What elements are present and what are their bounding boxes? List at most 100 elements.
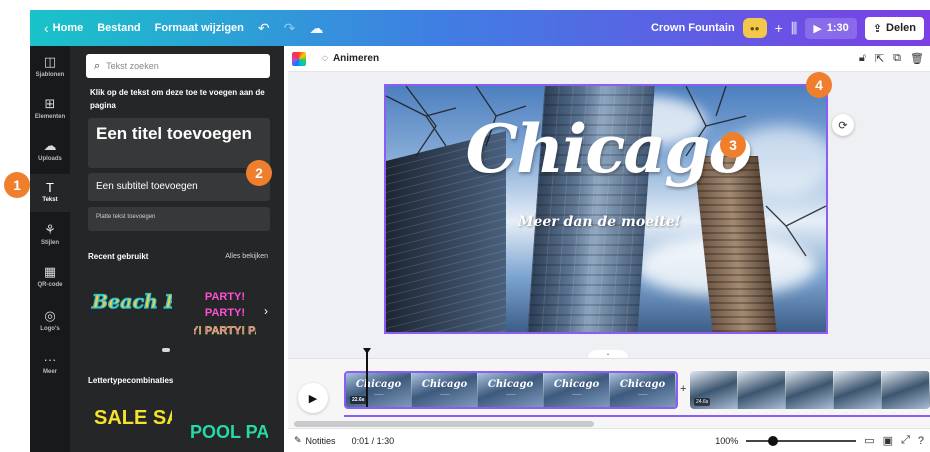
- rail-item-elements[interactable]: ⊞ Elementen: [30, 96, 70, 120]
- top-bar-right: Crown Fountain ●● + ⫼ ▶ 1:30 ⇪ Delen: [651, 16, 930, 40]
- text-icon: T: [46, 180, 54, 195]
- add-title-button[interactable]: Een titel toevoegen: [88, 118, 270, 168]
- clip-frame: Chicago ⸻ 22.6s: [346, 373, 412, 407]
- undo-icon: ↶: [257, 19, 270, 36]
- recent-item-label: Beach Please: [91, 291, 172, 313]
- see-all-link[interactable]: Alles bekijken: [225, 253, 268, 260]
- rail-item-templates[interactable]: ◫ Sjablonen: [30, 54, 70, 78]
- timeline-clip-1[interactable]: Chicago ⸻ 22.6s Chicago ⸻ Chicago ⸻ Chicago…: [344, 371, 678, 409]
- bottom-bar: ✎ Notities 0:01 / 1:30 100% ▭ ▣ ⤢ ?: [288, 428, 930, 452]
- combo-item-sale[interactable]: SALE SALE SALE: [92, 402, 172, 452]
- clip-frame-sub: ⸻: [637, 392, 648, 397]
- search-icon: ⌕: [94, 59, 101, 72]
- logo-icon: ◎: [44, 308, 56, 323]
- cloud-sync-button[interactable]: ☁: [309, 20, 323, 37]
- combo-item-label: POOL PARTY: [190, 422, 268, 442]
- resize-label: Formaat wijzigen: [154, 22, 244, 34]
- zoom-slider[interactable]: [746, 435, 857, 446]
- grid-view-icon[interactable]: ▭: [864, 434, 874, 447]
- notes-button[interactable]: ✎ Notities: [294, 435, 336, 446]
- party-line-2: PARTY!: [205, 307, 245, 319]
- rail-item-text[interactable]: T Tekst: [30, 174, 70, 212]
- zoom-slider-knob[interactable]: [768, 435, 779, 446]
- combo-item-pool-party[interactable]: POOL PARTY: [188, 416, 268, 452]
- clip-frame-sub: ⸻: [505, 392, 516, 397]
- editor-toolbar: ◌ Animeren 🔓︎ ⇱ ⧉ 🗑︎: [288, 46, 930, 72]
- file-label: Bestand: [97, 22, 141, 34]
- add-body-text-button[interactable]: Platte tekst toevoegen: [88, 207, 270, 231]
- editor: ◌ Animeren 🔓︎ ⇱ ⧉ 🗑︎ Chicago Meer dan de…: [288, 46, 930, 452]
- callout-2: 2: [246, 160, 272, 186]
- timeline-scrollbar[interactable]: [294, 421, 594, 427]
- insights-icon[interactable]: ⫼: [791, 20, 797, 37]
- app-root: ‹ Home Bestand Formaat wijzigen ↶ ↷ ☁ Cr…: [0, 0, 930, 452]
- clip-frame: Chicago ⸻: [412, 373, 478, 407]
- clip-frame-label: Chicago: [355, 379, 402, 390]
- project-name[interactable]: Crown Fountain: [651, 22, 735, 34]
- elements-icon: ⊞: [44, 96, 56, 111]
- design-page[interactable]: Chicago Meer dan de moeite!: [384, 84, 828, 334]
- clip-frame: Chicago ⸻: [610, 373, 676, 407]
- share-button[interactable]: ⇪ Delen: [864, 16, 924, 40]
- resize-button[interactable]: Formaat wijzigen: [155, 22, 244, 34]
- rail-item-logos[interactable]: ◎ Logo's: [30, 308, 70, 332]
- page-count-icon[interactable]: ▣: [883, 434, 893, 447]
- timecode: 0:01 / 1:30: [351, 435, 395, 446]
- avatar[interactable]: ●●: [742, 18, 767, 38]
- clip-duration: 22.6s: [350, 396, 367, 404]
- clip-frame: 24.6s: [690, 371, 738, 409]
- rail-label: Tekst: [42, 197, 58, 203]
- timeline-collapse-handle[interactable]: ⌄: [588, 350, 628, 358]
- clip-frame: [882, 371, 930, 409]
- rail-label: QR-code: [37, 282, 63, 288]
- clip-frame-sub: ⸻: [439, 392, 450, 397]
- recent-item-beach-please[interactable]: Beach Please: [88, 284, 172, 340]
- animate-button[interactable]: ◌ Animeren: [322, 53, 379, 64]
- side-rail: ◫ Sjablonen ⊞ Elementen ☁ Uploads T Teks…: [30, 46, 70, 452]
- playhead[interactable]: [363, 348, 371, 407]
- animate-label: Animeren: [332, 53, 380, 64]
- duplicate-icon[interactable]: ⧉: [893, 52, 901, 65]
- recent-heading: Recent gebruikt: [88, 252, 149, 261]
- clip-frame: Chicago ⸻: [478, 373, 544, 407]
- clip-frame-label: Chicago: [487, 379, 534, 390]
- color-picker-icon[interactable]: [292, 51, 306, 66]
- undo-button[interactable]: ↶: [258, 20, 270, 37]
- export-icon[interactable]: ⇱: [875, 52, 884, 65]
- styles-icon: ⚘: [44, 222, 56, 237]
- clip-frame-label: Chicago: [553, 379, 600, 390]
- add-transition-icon[interactable]: +: [680, 383, 686, 395]
- upload-icon: ☁: [43, 138, 57, 153]
- add-collaborator-icon[interactable]: +: [775, 20, 783, 36]
- redo-icon: ↷: [283, 19, 296, 36]
- timeline-play-button[interactable]: ▶: [298, 383, 328, 413]
- lock-icon[interactable]: 🔓︎: [859, 52, 866, 65]
- present-button[interactable]: ▶ 1:30: [805, 17, 857, 39]
- top-bar: ‹ Home Bestand Formaat wijzigen ↶ ↷ ☁ Cr…: [30, 10, 930, 46]
- timeline-clip-2[interactable]: 24.6s: [690, 371, 930, 409]
- design-tagline[interactable]: Meer dan de moeite!: [518, 214, 681, 230]
- chevron-right-icon[interactable]: ›: [264, 304, 268, 318]
- rail-item-uploads[interactable]: ☁ Uploads: [30, 138, 70, 162]
- rail-item-qr[interactable]: ▦ QR-code: [30, 264, 70, 288]
- search-input[interactable]: ⌕ Tekst zoeken: [86, 54, 270, 78]
- file-menu-button[interactable]: Bestand: [97, 22, 140, 34]
- clip-frame: Chicago ⸻: [544, 373, 610, 407]
- help-icon[interactable]: ?: [918, 435, 924, 447]
- rail-item-styles[interactable]: ⚘ Stijlen: [30, 222, 70, 246]
- rail-item-more[interactable]: ··· Meer: [30, 352, 70, 375]
- rail-label: Elementen: [34, 114, 66, 120]
- redo-button[interactable]: ↷: [284, 20, 296, 37]
- home-button[interactable]: ‹ Home: [44, 20, 83, 36]
- design-title[interactable]: Chicago: [458, 110, 758, 188]
- present-time: 1:30: [826, 22, 849, 34]
- trash-icon[interactable]: 🗑︎: [910, 52, 924, 65]
- add-subtitle-button[interactable]: Een subtitel toevoegen: [88, 173, 270, 201]
- clip-frame: [834, 371, 882, 409]
- fullscreen-icon[interactable]: ⤢: [901, 434, 910, 447]
- rotate-icon[interactable]: ⟳: [832, 114, 854, 136]
- rail-label: Meer: [42, 369, 57, 375]
- zoom-value[interactable]: 100%: [715, 436, 738, 446]
- recent-item-party[interactable]: PARTY! PARTY! PARTY! PARTY! PARTY!: [194, 288, 256, 340]
- home-label: Home: [52, 22, 84, 34]
